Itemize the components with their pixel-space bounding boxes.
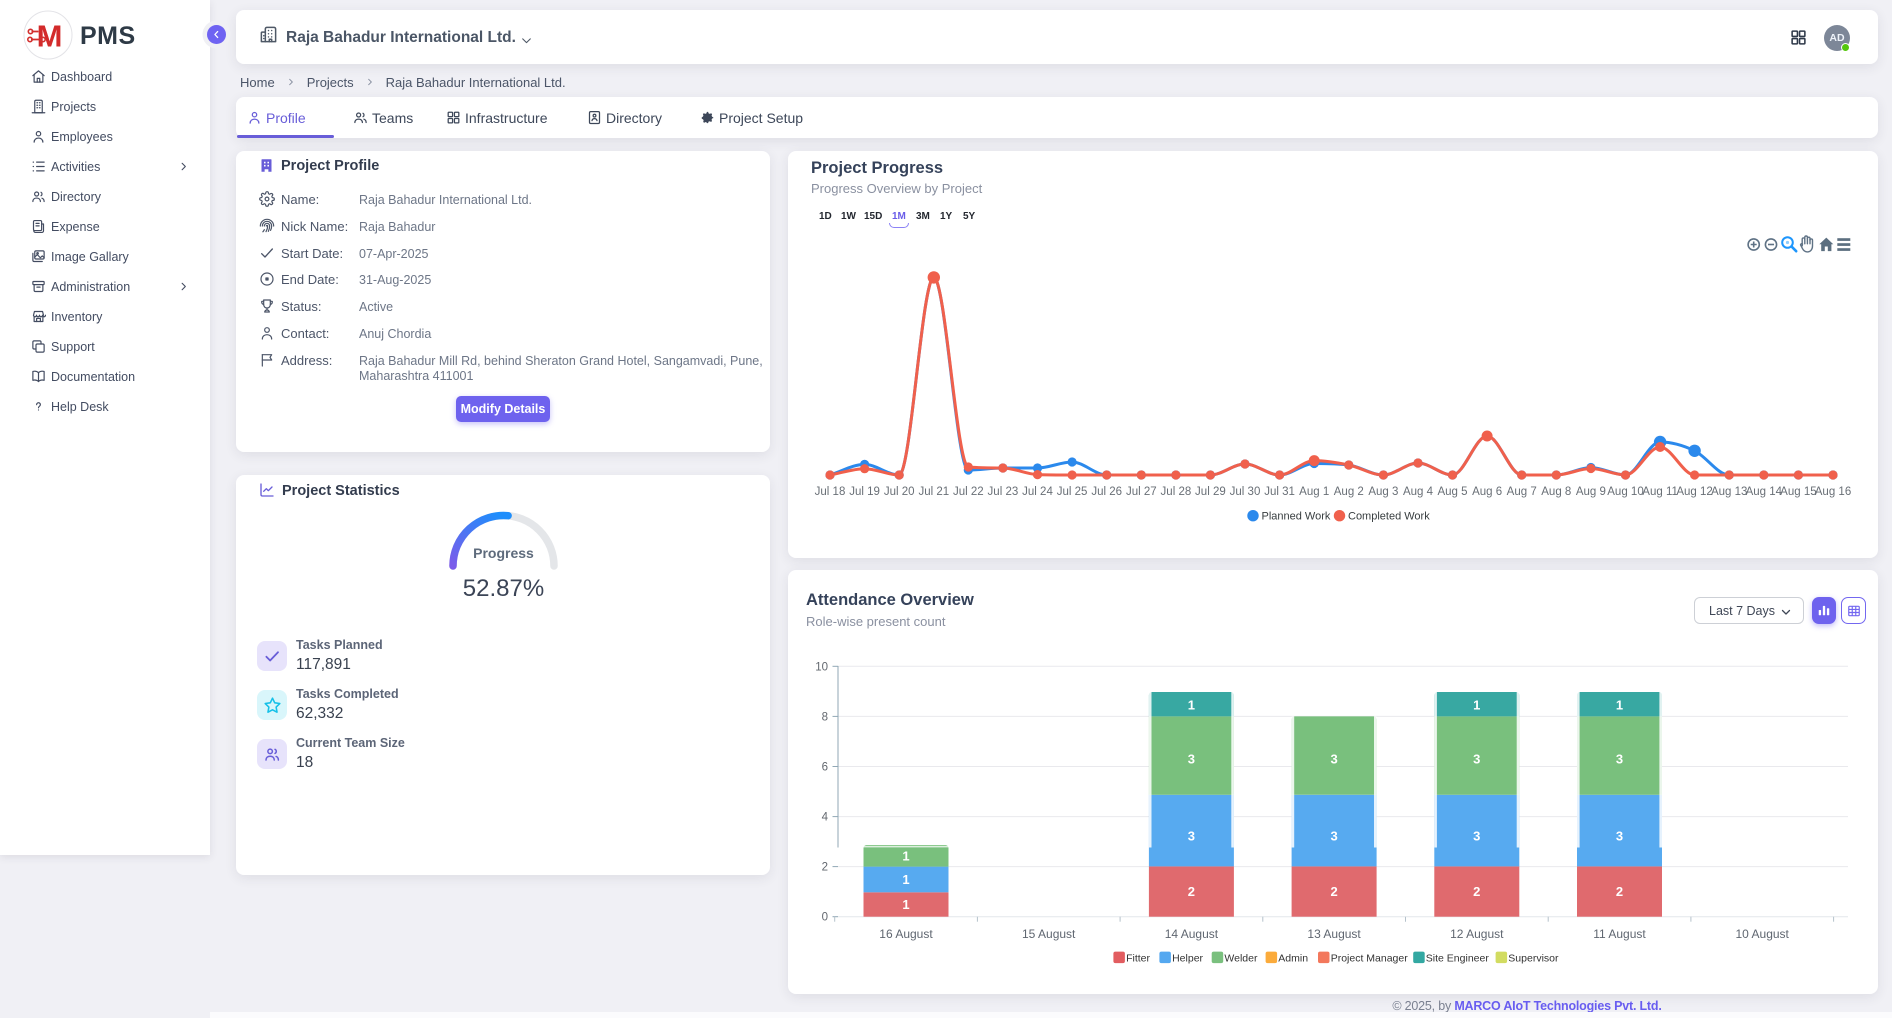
svg-text:Jul 21: Jul 21 [918,486,949,498]
svg-text:Jul 22: Jul 22 [953,486,984,498]
svg-text:Jul 18: Jul 18 [815,486,846,498]
svg-text:Aug 13: Aug 13 [1711,486,1747,498]
svg-text:3: 3 [1473,829,1480,844]
svg-text:1: 1 [902,848,909,863]
svg-text:Project Manager: Project Manager [1331,952,1409,964]
svg-text:Aug 12: Aug 12 [1676,486,1712,498]
svg-text:0: 0 [822,912,828,924]
svg-text:2: 2 [1473,884,1480,899]
svg-text:Jul 24: Jul 24 [1022,486,1053,498]
svg-text:Aug 7: Aug 7 [1507,486,1537,498]
svg-text:2: 2 [1616,884,1623,899]
svg-text:Admin: Admin [1278,952,1308,964]
svg-text:Aug 15: Aug 15 [1780,486,1816,498]
svg-text:Jul 27: Jul 27 [1126,486,1157,498]
svg-text:1: 1 [1616,698,1623,713]
svg-text:3: 3 [1616,829,1623,844]
svg-text:1: 1 [902,872,909,887]
svg-text:Planned Work: Planned Work [1262,511,1331,523]
svg-text:Helper: Helper [1172,952,1203,964]
svg-text:15 August: 15 August [1022,927,1076,941]
svg-text:Site Engineer: Site Engineer [1426,952,1490,964]
svg-text:3: 3 [1616,752,1623,767]
svg-text:Supervisor: Supervisor [1508,952,1559,964]
svg-text:1: 1 [902,897,909,912]
svg-text:14 August: 14 August [1165,927,1219,941]
svg-text:13 August: 13 August [1307,927,1361,941]
svg-text:Jul 29: Jul 29 [1195,486,1226,498]
svg-text:Jul 19: Jul 19 [849,486,880,498]
svg-text:Aug 2: Aug 2 [1334,486,1364,498]
svg-text:Aug 11: Aug 11 [1642,486,1678,498]
svg-text:Aug 14: Aug 14 [1746,486,1783,498]
svg-text:10: 10 [815,661,828,673]
svg-text:Jul 25: Jul 25 [1057,486,1088,498]
svg-text:3: 3 [1330,829,1337,844]
svg-text:12 August: 12 August [1450,927,1504,941]
svg-text:Aug 1: Aug 1 [1299,486,1329,498]
svg-text:2: 2 [1330,884,1337,899]
svg-text:2: 2 [1188,884,1195,899]
svg-text:Aug 4: Aug 4 [1403,486,1434,498]
svg-text:Jul 28: Jul 28 [1161,486,1192,498]
svg-text:Jul 30: Jul 30 [1230,486,1261,498]
svg-text:Aug 3: Aug 3 [1368,486,1398,498]
svg-text:4: 4 [822,812,829,824]
svg-text:3: 3 [1473,752,1480,767]
svg-text:Jul 23: Jul 23 [988,486,1019,498]
svg-text:8: 8 [822,711,828,723]
svg-text:Aug 5: Aug 5 [1437,486,1467,498]
svg-text:Aug 8: Aug 8 [1541,486,1571,498]
svg-text:Aug 16: Aug 16 [1815,486,1851,498]
svg-text:16 August: 16 August [879,927,933,941]
svg-text:M: M [37,19,63,54]
svg-text:3: 3 [1188,752,1195,767]
svg-text:Aug 9: Aug 9 [1576,486,1606,498]
svg-text:1: 1 [1188,698,1195,713]
svg-text:1: 1 [1473,698,1480,713]
svg-text:Aug 6: Aug 6 [1472,486,1502,498]
svg-text:Welder: Welder [1224,952,1258,964]
svg-text:Aug 10: Aug 10 [1607,486,1643,498]
svg-text:6: 6 [822,762,828,774]
svg-text:11 August: 11 August [1593,927,1646,941]
svg-text:3: 3 [1188,829,1195,844]
svg-text:Jul 26: Jul 26 [1091,486,1122,498]
svg-text:2: 2 [822,862,828,874]
svg-text:Jul 31: Jul 31 [1264,486,1295,498]
svg-text:10 August: 10 August [1736,927,1790,941]
svg-text:Completed Work: Completed Work [1348,511,1430,523]
svg-text:3: 3 [1330,752,1337,767]
svg-text:Fitter: Fitter [1126,952,1150,964]
svg-text:Jul 20: Jul 20 [884,486,915,498]
